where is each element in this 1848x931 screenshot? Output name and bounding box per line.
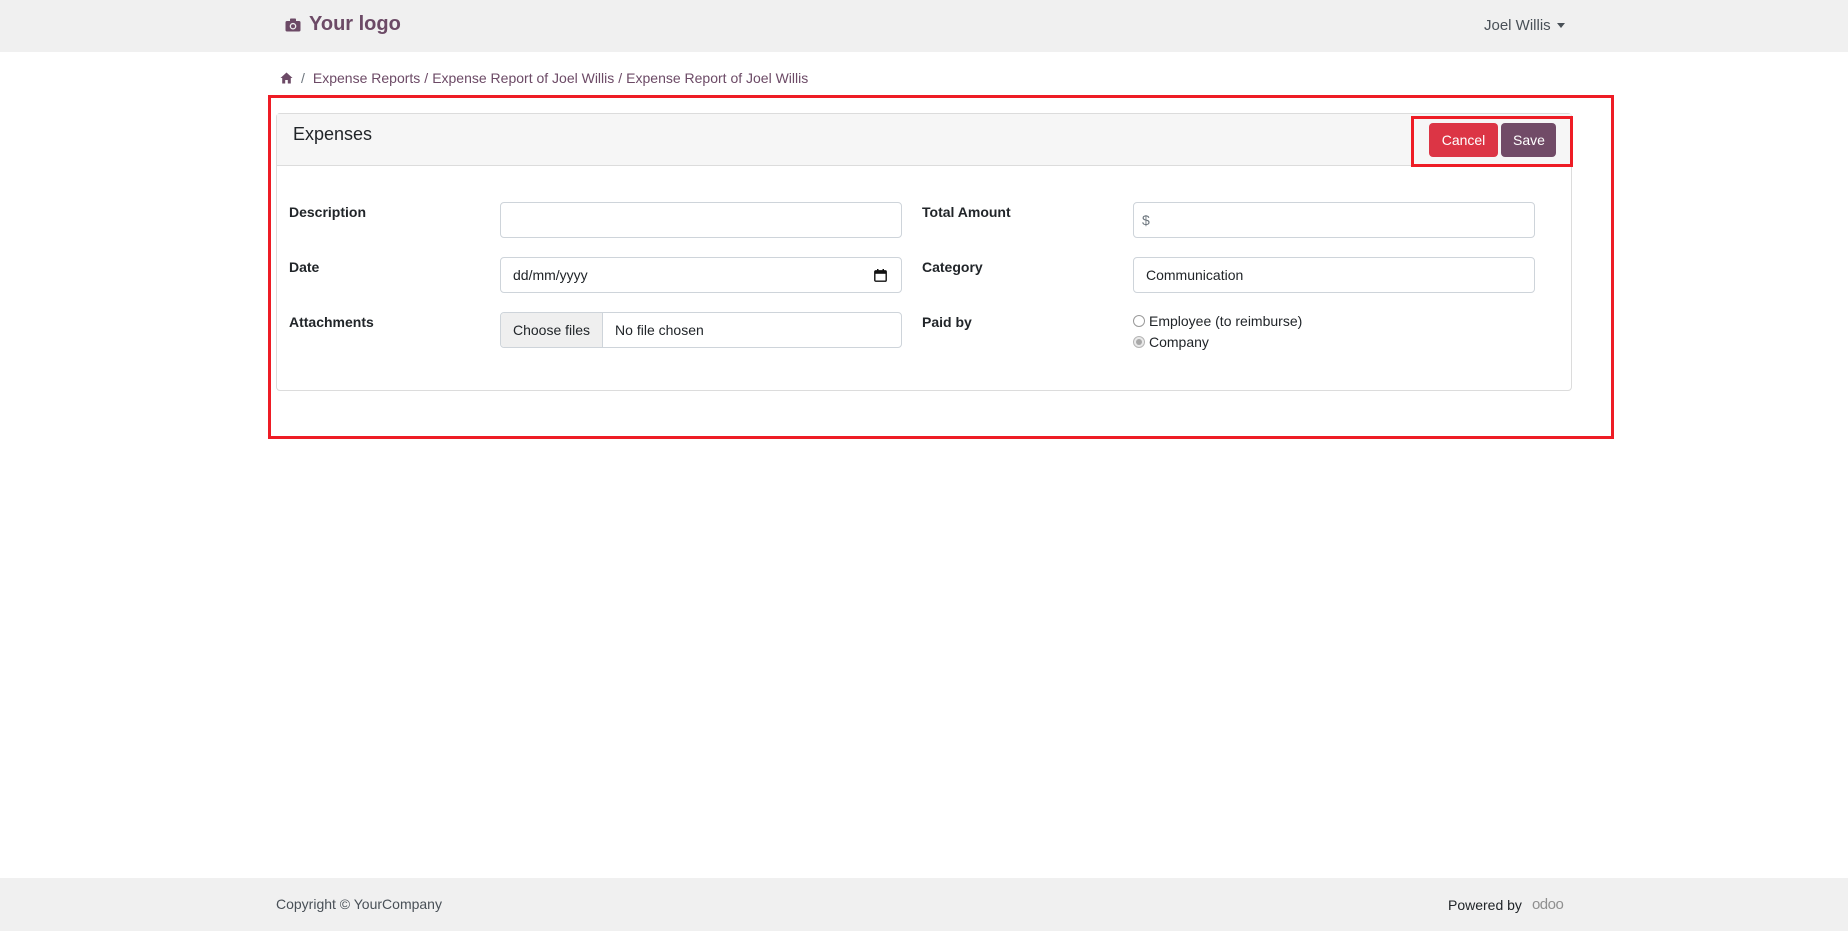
category-select[interactable]: Communication — [1133, 257, 1535, 293]
paid-by-employee-label: Employee (to reimburse) — [1149, 313, 1303, 329]
paid-by-label: Paid by — [922, 314, 972, 330]
breadcrumb-separator: / — [424, 70, 429, 86]
choose-files-button[interactable]: Choose files — [501, 313, 604, 347]
currency-symbol: $ — [1142, 212, 1150, 228]
category-value: Communication — [1146, 267, 1244, 283]
odoo-logo[interactable]: odoo — [1532, 896, 1564, 913]
breadcrumb-separator: / — [301, 70, 305, 86]
attachments-label: Attachments — [289, 314, 374, 330]
user-name: Joel Willis — [1484, 17, 1551, 34]
powered-by-label: Powered by — [1448, 896, 1522, 913]
top-navbar: Your logo Joel Willis — [0, 0, 1848, 52]
breadcrumb-expense-report[interactable]: Expense Report of Joel Willis — [432, 70, 614, 86]
powered-by: Powered by odoo — [1448, 896, 1564, 913]
paid-by-company-label: Company — [1149, 334, 1209, 350]
card-header: Expenses Cancel Save — [277, 114, 1571, 166]
user-menu-toggle[interactable]: Joel Willis — [1484, 17, 1565, 34]
description-label: Description — [289, 204, 367, 220]
radio-company[interactable] — [1133, 336, 1145, 348]
date-input[interactable]: dd/mm/yyyy — [500, 257, 902, 293]
copyright-text: Copyright © YourCompany — [276, 896, 442, 912]
logo-text: Your logo — [309, 13, 401, 35]
calendar-icon[interactable] — [874, 268, 887, 282]
description-input[interactable] — [500, 202, 902, 238]
total-amount-input[interactable]: $ — [1133, 202, 1535, 238]
radio-employee[interactable] — [1133, 315, 1145, 327]
caret-down-icon — [1556, 23, 1565, 28]
attachments-input[interactable]: Choose files No file chosen — [500, 312, 902, 348]
footer: Copyright © YourCompany Powered by odoo — [0, 878, 1848, 931]
breadcrumb-current: Expense Report of Joel Willis — [626, 70, 809, 86]
date-placeholder: dd/mm/yyyy — [513, 267, 588, 283]
breadcrumb-separator: / — [618, 70, 623, 86]
paid-by-option-employee[interactable]: Employee (to reimburse) — [1133, 313, 1302, 329]
expense-form-card: Expenses Cancel Save Description Date dd… — [276, 113, 1572, 391]
breadcrumb: / Expense Reports / Expense Report of Jo… — [280, 70, 808, 86]
card-title: Expenses — [293, 124, 373, 144]
logo[interactable]: Your logo — [285, 13, 401, 36]
file-status: No file chosen — [615, 322, 704, 338]
paid-by-option-company[interactable]: Company — [1133, 334, 1209, 350]
breadcrumb-expense-reports[interactable]: Expense Reports — [313, 70, 420, 86]
category-label: Category — [922, 259, 983, 275]
date-label: Date — [289, 259, 320, 275]
highlight-frame-buttons — [1411, 116, 1573, 167]
camera-icon — [285, 18, 301, 32]
total-amount-label: Total Amount — [922, 204, 1011, 220]
home-icon[interactable] — [280, 72, 293, 84]
